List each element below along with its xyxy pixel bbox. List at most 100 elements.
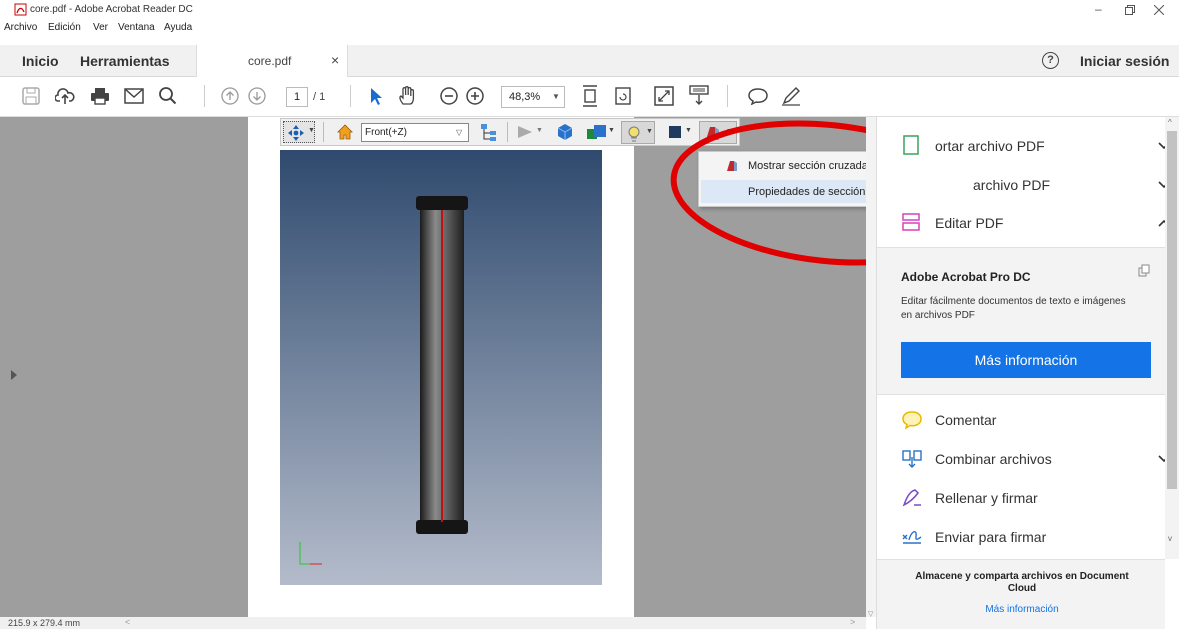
tool-label: Combinar archivos — [935, 451, 1052, 467]
search-icon[interactable] — [158, 86, 178, 106]
left-panel-toggle-icon[interactable] — [11, 370, 17, 380]
comment-icon — [902, 411, 922, 430]
cloud-title: Almacene y comparta archivos en Document… — [915, 571, 1129, 594]
zoom-out-icon[interactable] — [440, 87, 458, 105]
signin-button[interactable]: Iniciar sesión — [1080, 53, 1169, 69]
scroll-down-icon[interactable]: ▽ — [868, 610, 873, 618]
read-mode-icon[interactable] — [688, 85, 710, 107]
zoom-select[interactable]: 48,3% ▼ — [501, 86, 565, 108]
help-icon[interactable]: ? — [1042, 52, 1059, 69]
render-mode-icon[interactable] — [586, 123, 608, 141]
email-icon[interactable] — [124, 88, 144, 104]
tab-bar: Inicio Herramientas core.pdf × ? Iniciar… — [0, 45, 1179, 77]
select-arrow-icon[interactable] — [368, 87, 384, 107]
3d-view-value: Front(+Z) — [365, 127, 407, 138]
page-up-icon[interactable] — [221, 87, 239, 105]
fit-page-icon[interactable] — [581, 85, 599, 107]
full-screen-icon[interactable] — [654, 86, 674, 106]
comment-icon[interactable] — [748, 87, 768, 105]
menu-edicion[interactable]: Edición — [48, 22, 81, 33]
scroll-up-icon[interactable]: ^ — [1168, 118, 1172, 127]
right-tools-pane: ortar archivo PDF archivo PDF Editar PDF… — [876, 117, 1179, 629]
pen-icon[interactable] — [781, 86, 801, 106]
home-view-icon[interactable] — [337, 124, 353, 140]
restore-button[interactable] — [1125, 5, 1135, 15]
tool-edit-pdf[interactable]: Editar PDF — [901, 204, 1171, 242]
tool-label: Editar PDF — [935, 215, 1004, 231]
more-info-button[interactable]: Más información — [901, 342, 1151, 378]
cloud-link[interactable]: Más información — [907, 604, 1137, 615]
play-animation-icon[interactable] — [517, 125, 533, 139]
page-size-label: 215.9 x 279.4 mm — [8, 618, 81, 628]
rotate-page-icon[interactable] — [614, 87, 632, 105]
acrobat-logo-icon — [14, 3, 27, 16]
send-sign-icon — [902, 531, 922, 544]
scroll-down-icon[interactable]: v — [1168, 534, 1172, 543]
print-icon[interactable] — [90, 87, 110, 105]
minimize-button[interactable]: – — [1095, 2, 1102, 16]
chevron-down-icon: ▼ — [552, 92, 560, 101]
model-tree-icon[interactable] — [479, 122, 499, 142]
projection-cube-icon[interactable] — [556, 123, 574, 141]
promo-text: Editar fácilmente documentos de texto e … — [901, 296, 1126, 321]
tool-label: ortar archivo PDF — [935, 138, 1045, 154]
status-bar: 215.9 x 279.4 mm < > — [0, 617, 866, 629]
window-title: core.pdf - Adobe Acrobat Reader DC — [30, 4, 193, 15]
close-window-button[interactable] — [1154, 5, 1164, 15]
chevron-down-icon: ▽ — [456, 128, 463, 137]
edit-pdf-icon — [902, 213, 920, 231]
pane-scrollbar[interactable]: ^ v — [1165, 117, 1179, 559]
tab-document[interactable]: core.pdf × — [196, 45, 348, 77]
page-down-icon[interactable] — [248, 87, 266, 105]
menu-archivo[interactable]: Archivo — [4, 22, 37, 33]
hand-tool-icon[interactable] — [397, 86, 417, 106]
3d-view-select[interactable]: Front(+Z) ▽ — [361, 123, 469, 142]
scroll-right-icon[interactable]: > — [850, 617, 855, 627]
page-number-input[interactable]: 1 — [286, 87, 308, 107]
menu-ventana[interactable]: Ventana — [118, 22, 155, 33]
main-toolbar: 1 / 1 48,3% ▼ — [0, 77, 1179, 117]
tab-herramientas[interactable]: Herramientas — [80, 53, 170, 69]
tab-close-icon[interactable]: × — [331, 52, 339, 68]
tool-label: Rellenar y firmar — [935, 490, 1038, 506]
scroll-left-icon[interactable]: < — [125, 617, 130, 627]
title-bar: core.pdf - Adobe Acrobat Reader DC – — [0, 0, 1179, 20]
tool-send-for-signature[interactable]: Enviar para firmar — [901, 518, 1171, 556]
zoom-value: 48,3% — [509, 91, 541, 103]
tool-export-pdf[interactable]: ortar archivo PDF — [901, 127, 1171, 165]
menu-bar: Archivo Edición Ver Ventana Ayuda — [0, 20, 1179, 36]
upload-cloud-icon[interactable] — [55, 87, 75, 105]
combine-icon — [902, 450, 922, 468]
export-pdf-icon — [903, 135, 919, 155]
tool-fill-sign[interactable]: Rellenar y firmar — [901, 479, 1171, 517]
promo-box: Adobe Acrobat Pro DC Editar fácilmente d… — [877, 247, 1165, 395]
zoom-in-icon[interactable] — [466, 87, 484, 105]
chevron-down-icon: ▼ — [646, 128, 653, 135]
tool-combine-files[interactable]: Combinar archivos — [901, 440, 1171, 478]
cloud-box: Almacene y comparta archivos en Document… — [877, 559, 1165, 629]
tool-comment[interactable]: Comentar — [901, 401, 1171, 439]
tab-document-label: core.pdf — [248, 54, 292, 68]
lighting-button[interactable]: ▼ — [621, 121, 655, 144]
doc-scrollbar[interactable]: ▽ — [866, 117, 876, 618]
menu-ver[interactable]: Ver — [93, 22, 108, 33]
pin-icon[interactable] — [1137, 264, 1151, 278]
tool-label: Comentar — [935, 412, 997, 428]
tool-label: Enviar para firmar — [935, 529, 1047, 545]
pane-scrollbar-thumb[interactable] — [1167, 131, 1177, 489]
page-total: / 1 — [313, 91, 326, 103]
promo-title: Adobe Acrobat Pro DC — [901, 270, 1031, 284]
move-arrows-icon — [288, 125, 304, 141]
menu-ayuda[interactable]: Ayuda — [164, 22, 192, 33]
fill-sign-icon — [902, 489, 921, 507]
save-icon[interactable] — [22, 87, 40, 105]
chevron-down-icon[interactable]: ▼ — [536, 127, 543, 134]
lighting-icon — [628, 126, 640, 142]
chevron-down-icon[interactable]: ▼ — [608, 127, 615, 134]
tab-inicio[interactable]: Inicio — [22, 53, 59, 69]
3d-viewport[interactable] — [280, 150, 602, 585]
3d-rotate-tool-button[interactable]: ▼ — [283, 121, 315, 143]
tool-create-pdf[interactable]: archivo PDF — [901, 166, 1171, 204]
3d-cylinder-model — [299, 196, 468, 565]
chevron-down-icon: ▼ — [308, 127, 315, 134]
